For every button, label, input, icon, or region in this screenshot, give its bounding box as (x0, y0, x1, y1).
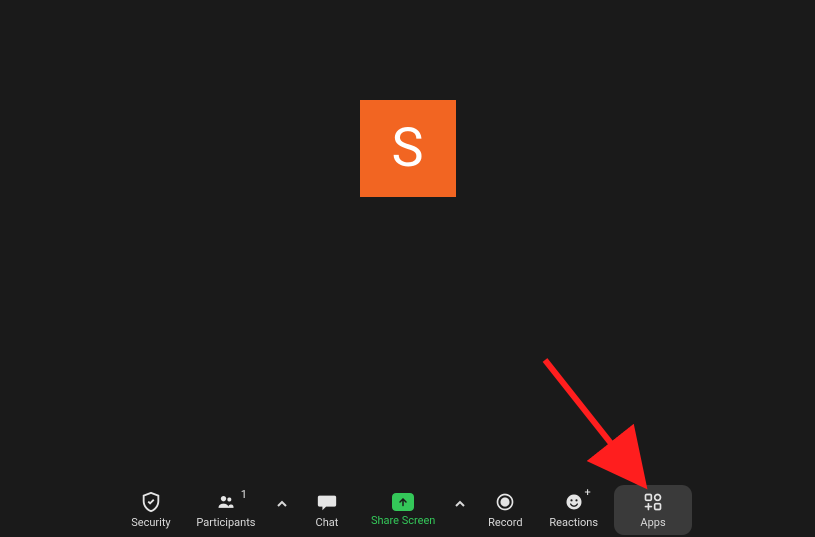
participants-label: Participants (196, 517, 255, 528)
record-label: Record (488, 517, 522, 528)
chat-button[interactable]: Chat (299, 485, 355, 535)
chat-label: Chat (316, 517, 339, 528)
participants-count-badge: 1 (241, 489, 247, 500)
apps-button[interactable]: Apps (614, 485, 692, 535)
participants-chevron[interactable] (273, 478, 291, 528)
security-label: Security (131, 517, 170, 528)
reactions-button[interactable]: + Reactions (541, 485, 606, 535)
record-icon (494, 491, 516, 513)
meeting-toolbar: Security 1 Participants Chat (0, 487, 815, 537)
chat-icon (316, 491, 338, 513)
record-button[interactable]: Record (477, 485, 533, 535)
avatar-tile: S (360, 100, 456, 197)
video-area: S (0, 0, 815, 487)
participants-button[interactable]: 1 Participants (187, 485, 265, 535)
share-screen-button[interactable]: Share Screen (363, 485, 443, 535)
security-button[interactable]: Security (123, 485, 179, 535)
share-screen-icon (392, 493, 414, 511)
reactions-label: Reactions (549, 517, 598, 528)
chevron-up-icon (277, 494, 287, 513)
share-screen-label: Share Screen (371, 515, 435, 526)
apps-icon (642, 491, 664, 513)
shield-icon (140, 491, 162, 513)
avatar-initial: S (391, 117, 423, 180)
reactions-icon: + (563, 491, 585, 513)
participants-icon: 1 (215, 491, 237, 513)
plus-icon: + (584, 487, 590, 498)
share-chevron[interactable] (451, 478, 469, 528)
apps-label: Apps (640, 517, 665, 528)
chevron-up-icon (455, 494, 465, 513)
